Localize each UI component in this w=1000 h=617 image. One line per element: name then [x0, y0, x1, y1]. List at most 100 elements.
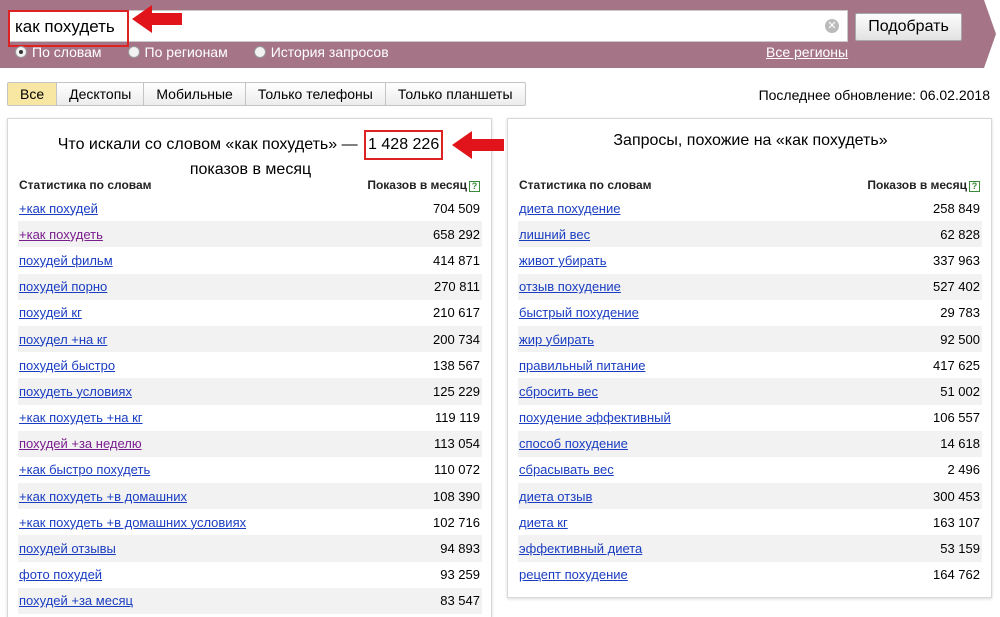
keyword-link[interactable]: +как похудеть +на кг	[19, 410, 143, 425]
mode-history[interactable]: История запросов	[253, 44, 389, 60]
keyword-link[interactable]: +как похудеть	[19, 227, 103, 242]
impressions-count: 200 734	[433, 331, 480, 347]
tab-mobile[interactable]: Мобильные	[144, 83, 246, 105]
keyword-link[interactable]: диета кг	[519, 515, 568, 530]
impressions-count: 300 453	[933, 488, 980, 504]
keyword-link[interactable]: +как похудеть +в домашних	[19, 489, 187, 504]
table-row: +как быстро похудеть 110 072	[18, 457, 482, 483]
impressions-count: 704 509	[433, 200, 480, 216]
device-tabs: Все Десктопы Мобильные Только телефоны Т…	[7, 82, 526, 106]
help-icon[interactable]: ?	[969, 181, 980, 192]
col-count-header: Показов в месяц?	[867, 178, 980, 192]
keyword-link[interactable]: похудей порно	[19, 279, 107, 294]
red-arrow-icon	[452, 131, 504, 159]
table-row: похудей +за неделю 113 054	[18, 430, 482, 457]
keyword-link[interactable]: похудей кг	[19, 305, 82, 320]
impressions-count: 258 849	[933, 200, 980, 216]
keyword-link[interactable]: похудей фильм	[19, 253, 113, 268]
impressions-count: 138 567	[433, 357, 480, 373]
tab-desktops[interactable]: Десктопы	[57, 83, 145, 105]
table-row: похудей фильм 414 871	[18, 247, 482, 273]
radio-icon[interactable]	[253, 46, 266, 58]
impressions-count: 14 618	[940, 436, 980, 452]
impressions-count: 106 557	[933, 410, 980, 426]
keyword-link[interactable]: фото похудей	[19, 567, 102, 582]
mode-by-words[interactable]: По словам	[15, 44, 102, 60]
impressions-count: 113 054	[433, 436, 480, 452]
keyword-link[interactable]: правильный питание	[519, 358, 645, 373]
keyword-link[interactable]: похудей отзывы	[19, 541, 116, 556]
table-row: похудей кг 210 617	[18, 300, 482, 326]
last-update: Последнее обновление: 06.02.2018	[758, 87, 990, 103]
tab-all[interactable]: Все	[8, 83, 58, 105]
mode-label: История запросов	[270, 44, 389, 60]
keyword-link[interactable]: лишний вес	[519, 227, 590, 242]
keyword-link[interactable]: сбрасывать вес	[519, 462, 614, 477]
keyword-link[interactable]: диета отзыв	[519, 489, 592, 504]
keyword-link[interactable]: жир убирать	[519, 332, 594, 347]
table-row: похудел +на кг 200 734	[18, 325, 482, 353]
mode-label: По словам	[32, 44, 102, 60]
table-row: способ похудение 14 618	[518, 430, 982, 457]
tab-phones-only[interactable]: Только телефоны	[246, 83, 386, 105]
impressions-count: 62 828	[940, 226, 980, 242]
impressions-count: 83 547	[440, 593, 480, 609]
table-row: +как похудеть +в домашних условиях 102 71…	[18, 509, 482, 535]
impressions-count: 337 963	[933, 252, 980, 268]
keyword-link[interactable]: живот убирать	[519, 253, 606, 268]
keyword-link[interactable]: похудение эффективный	[519, 410, 671, 425]
keyword-link[interactable]: отзыв похудение	[519, 279, 621, 294]
keyword-link[interactable]: похудей +за неделю	[19, 436, 142, 451]
col-count-header: Показов в месяц?	[367, 178, 480, 192]
keyword-link[interactable]: способ похудение	[519, 436, 628, 451]
table-row: +как похудеть 658 292	[18, 221, 482, 248]
mode-label: По регионам	[144, 44, 228, 60]
total-impressions: 1 428 226	[364, 130, 444, 160]
keyword-link[interactable]: +как похудеть +в домашних условиях	[19, 515, 246, 530]
table-row: рецепт похудение 164 762	[518, 562, 982, 588]
table-row: сбрасывать вес 2 496	[518, 457, 982, 483]
keyword-link[interactable]: диета похудение	[519, 201, 620, 216]
table-row: быстрый похудение 29 783	[518, 300, 982, 326]
table-row: +как похудеть +в домашних 108 390	[18, 483, 482, 510]
impressions-count: 125 229	[433, 383, 480, 399]
impressions-count: 53 159	[940, 541, 980, 557]
impressions-count: 527 402	[933, 279, 980, 295]
panel-title: Что искали со словом «как похудеть» — 1 …	[8, 130, 493, 180]
radio-icon[interactable]	[127, 46, 140, 58]
tab-tablets-only[interactable]: Только планшеты	[386, 83, 525, 105]
table-row: +как похудеть +на кг 119 119	[18, 405, 482, 431]
impressions-count: 29 783	[940, 305, 980, 321]
table-row: похудение эффективный 106 557	[518, 405, 982, 431]
submit-button[interactable]: Подобрать	[855, 13, 962, 41]
similar-queries-panel: Запросы, похожие на «как похудеть» Стати…	[507, 118, 992, 598]
impressions-count: 102 716	[433, 514, 480, 530]
keyword-link[interactable]: сбросить вес	[519, 384, 598, 399]
table-row: живот убирать 337 963	[518, 247, 982, 273]
keyword-link[interactable]: похудей +за месяц	[19, 593, 133, 608]
impressions-count: 414 871	[433, 252, 480, 268]
keyword-table: диета похудение 258 849 лишний вес 62 828 жи…	[518, 195, 982, 588]
impressions-count: 119 119	[434, 410, 480, 426]
impressions-count: 92 500	[940, 331, 980, 347]
radio-selected-icon[interactable]	[15, 46, 27, 58]
impressions-count: 2 496	[947, 462, 980, 478]
keyword-link[interactable]: +как быстро похудеть	[19, 462, 150, 477]
keyword-link[interactable]: быстрый похудение	[519, 305, 639, 320]
keyword-link[interactable]: рецепт похудение	[519, 567, 628, 582]
all-regions-link[interactable]: Все регионы	[766, 44, 848, 60]
help-icon[interactable]: ?	[469, 181, 480, 192]
mode-by-regions[interactable]: По регионам	[127, 44, 228, 60]
keyword-link[interactable]: похудел +на кг	[19, 332, 107, 347]
keyword-link[interactable]: похудей быстро	[19, 358, 115, 373]
impressions-count: 270 811	[433, 279, 480, 295]
keyword-link[interactable]: +как похудей	[19, 201, 98, 216]
keyword-link[interactable]: похудеть условиях	[19, 384, 132, 399]
keyword-link[interactable]: эффективный диета	[519, 541, 642, 556]
clear-icon[interactable]: ✕	[825, 19, 839, 33]
red-arrow-icon	[132, 5, 182, 33]
keyword-table: +как похудей 704 509 +как похудеть 658 292 п…	[18, 195, 482, 614]
impressions-count: 417 625	[933, 357, 980, 373]
table-row: похудей +за месяц 83 547	[18, 587, 482, 614]
table-row: фото похудей 93 259	[18, 562, 482, 588]
